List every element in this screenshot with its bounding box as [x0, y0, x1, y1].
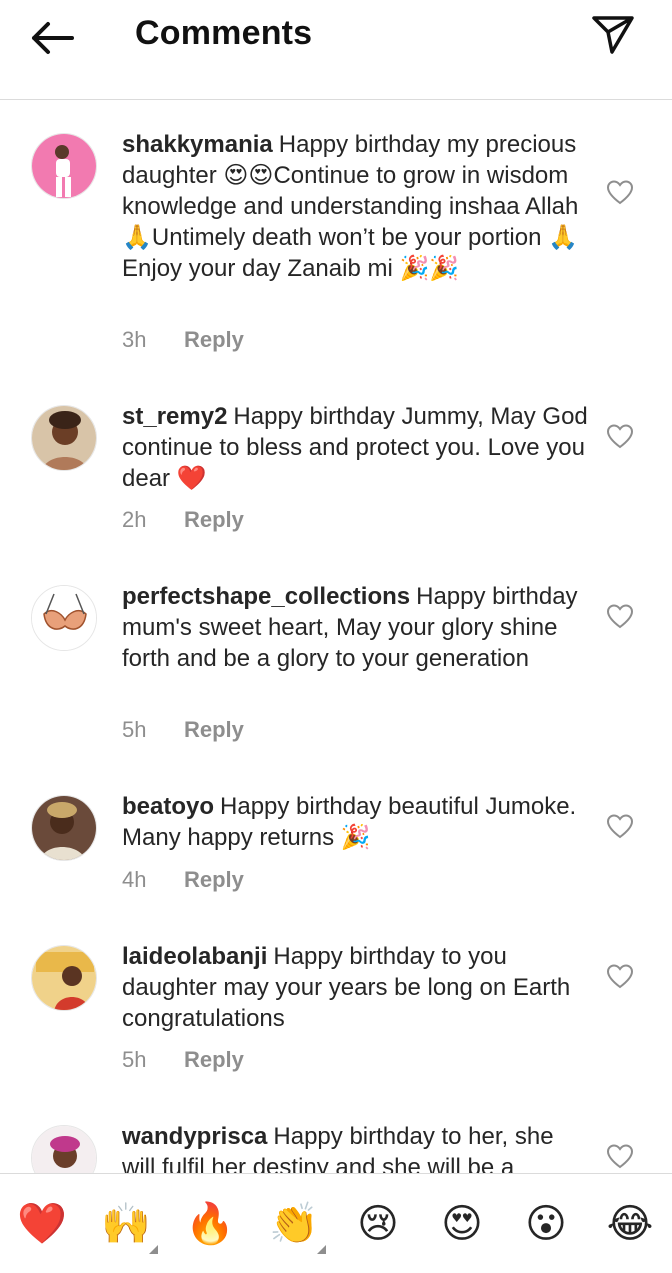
clapping-hands-emoji-button[interactable]: 👏 [266, 1196, 326, 1254]
avatar[interactable] [31, 405, 97, 471]
paper-plane-icon [592, 16, 634, 54]
avatar[interactable] [31, 585, 97, 651]
raising-hands-emoji: 🙌 [101, 1201, 151, 1247]
share-button[interactable] [590, 12, 638, 56]
raising-hands-emoji-button[interactable]: 🙌 [98, 1196, 158, 1254]
comments-list[interactable]: shakkymania Happy birthday my precious da… [0, 101, 672, 1173]
comment-timestamp: 5h [122, 717, 147, 742]
header-bar: Comments [0, 0, 672, 100]
skin-tone-indicator-icon [149, 1245, 158, 1254]
heart-outline-icon[interactable] [606, 1143, 634, 1169]
heart-outline-icon[interactable] [606, 963, 634, 989]
reply-button[interactable]: Reply [184, 1047, 244, 1072]
comment-username[interactable]: st_remy2 [122, 403, 227, 430]
comment-item: laideolabanji Happy birthday to you daugh… [0, 941, 672, 1081]
reply-button[interactable]: Reply [184, 507, 244, 532]
comment-username[interactable]: shakkymania [122, 131, 273, 158]
comment-timestamp: 5h [122, 1047, 147, 1072]
comment-item: perfectshape_collections Happy birthday m… [0, 581, 672, 742]
avatar[interactable] [31, 795, 97, 861]
heart-outline-icon[interactable] [606, 813, 634, 839]
comment-username[interactable]: beatoyo [122, 793, 214, 820]
fire-emoji-button[interactable]: 🔥 [182, 1196, 238, 1252]
comment-timestamp: 4h [122, 867, 147, 892]
skin-tone-indicator-icon [317, 1245, 326, 1254]
comment-username[interactable]: perfectshape_collections [122, 583, 410, 610]
avatar[interactable] [31, 945, 97, 1011]
crying-face-emoji-button[interactable]: 😢 [350, 1196, 406, 1252]
reply-button[interactable]: Reply [184, 867, 244, 892]
open-mouth-emoji-button[interactable]: 😮 [518, 1196, 574, 1252]
comment-item: shakkymania Happy birthday my precious da… [0, 129, 672, 369]
comment-timestamp: 2h [122, 507, 147, 532]
reply-button[interactable]: Reply [184, 717, 244, 742]
tears-of-joy-emoji-button[interactable]: 😂 [602, 1196, 658, 1252]
reply-button[interactable]: Reply [184, 327, 244, 352]
page-title: Comments [135, 14, 313, 52]
clapping-hands-emoji: 👏 [269, 1201, 319, 1247]
comment-username[interactable]: wandyprisca [122, 1123, 267, 1150]
comment-item: st_remy2 Happy birthday Jummy, May God co… [0, 401, 672, 532]
comment-item: beatoyo Happy birthday beautiful Jumoke. … [0, 791, 672, 901]
comment-username[interactable]: laideolabanji [122, 943, 267, 970]
avatar[interactable] [31, 1125, 97, 1173]
emoji-reaction-bar: ❤️ 🙌 🔥 👏 😢 😍 😮 😂 [0, 1173, 672, 1273]
arrow-left-icon [32, 22, 74, 54]
heart-eyes-emoji-button[interactable]: 😍 [434, 1196, 490, 1252]
heart-outline-icon[interactable] [606, 179, 634, 205]
avatar[interactable] [31, 133, 97, 199]
heart-outline-icon[interactable] [606, 603, 634, 629]
red-heart-emoji-button[interactable]: ❤️ [14, 1196, 70, 1252]
comment-timestamp: 3h [122, 327, 147, 352]
heart-outline-icon[interactable] [606, 423, 634, 449]
back-button[interactable] [28, 16, 78, 60]
comment-item: wandyprisca Happy birthday to her, she wi… [0, 1121, 672, 1173]
